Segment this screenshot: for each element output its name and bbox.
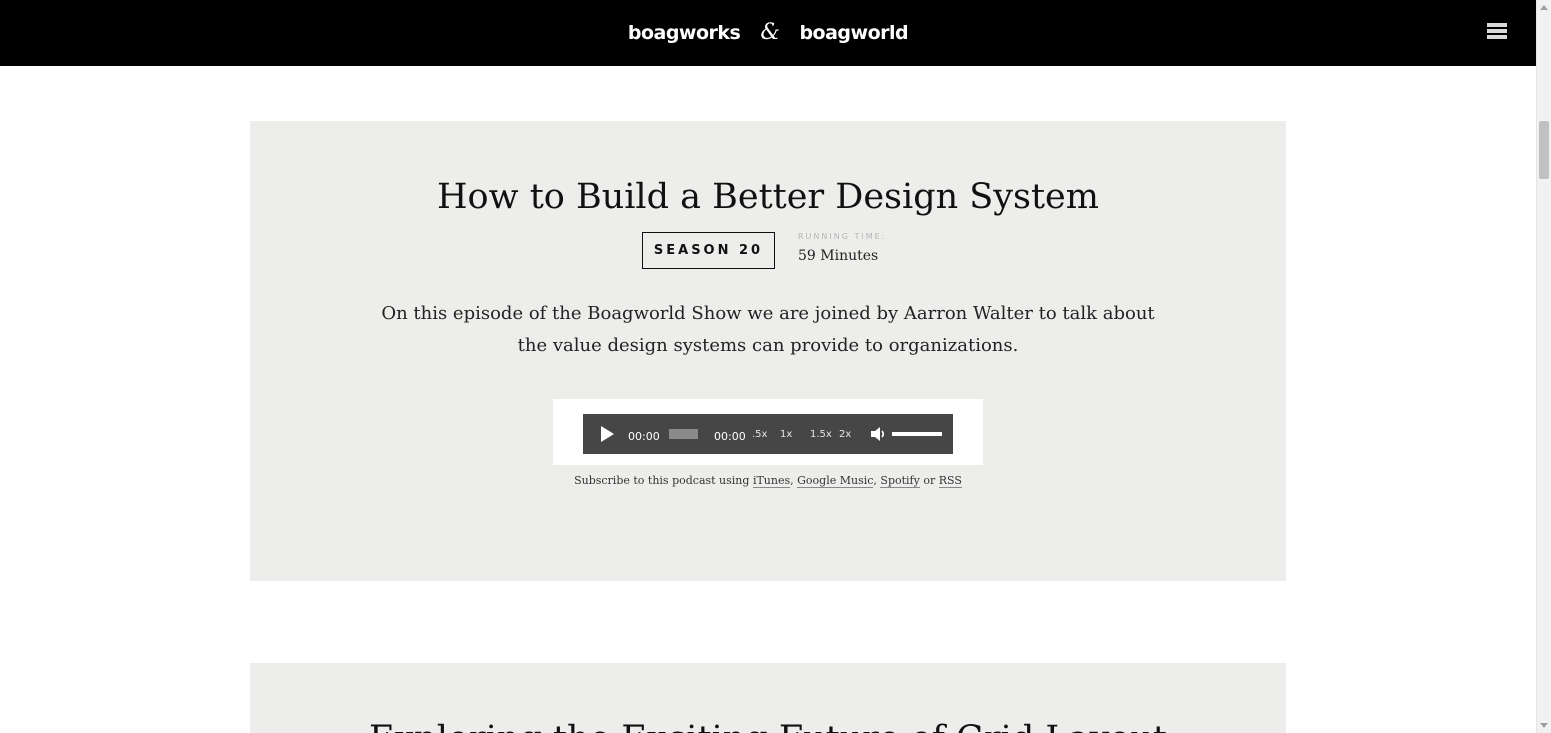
separator: , bbox=[790, 474, 794, 487]
speed-1x-button[interactable]: 1x bbox=[780, 414, 792, 454]
episode-meta: SEASON 20 RUNNING TIME: 59 Minutes bbox=[642, 232, 886, 269]
progress-bar[interactable] bbox=[669, 414, 698, 454]
logo-ampersand: & bbox=[760, 20, 780, 45]
page-scrollbar[interactable] bbox=[1536, 0, 1551, 733]
logo-boagworld: boagworld bbox=[799, 22, 909, 44]
separator: , bbox=[873, 474, 877, 487]
episode-title[interactable]: Exploring the Exciting Future of Grid La… bbox=[250, 719, 1286, 733]
hamburger-menu-icon[interactable] bbox=[1487, 23, 1507, 41]
season-badge[interactable]: SEASON 20 bbox=[642, 232, 775, 269]
or-word: or bbox=[923, 474, 936, 487]
speed-1-5x-button[interactable]: 1.5x bbox=[810, 414, 832, 454]
episode-title[interactable]: How to Build a Better Design System bbox=[250, 177, 1286, 217]
episode-description: On this episode of the Boagworld Show we… bbox=[381, 303, 1155, 356]
episode-card: How to Build a Better Design System SEAS… bbox=[250, 121, 1286, 581]
running-time: RUNNING TIME: 59 Minutes bbox=[798, 232, 886, 264]
rss-link[interactable]: RSS bbox=[938, 474, 962, 488]
top-bar: boagworks & boagworld bbox=[0, 0, 1536, 66]
play-icon[interactable] bbox=[601, 414, 614, 454]
spotify-link[interactable]: Spotify bbox=[880, 474, 920, 488]
scroll-up-icon[interactable] bbox=[1540, 5, 1548, 10]
logo-boagworks: boagworks bbox=[627, 22, 741, 44]
scroll-down-icon[interactable] bbox=[1540, 723, 1548, 728]
audio-player-container: 00:00 00:00 .5x 1x 1.5x 2x bbox=[553, 399, 983, 465]
speed-0-5x-button[interactable]: .5x bbox=[752, 414, 767, 454]
current-time: 00:00 bbox=[628, 429, 660, 443]
subscribe-line: Subscribe to this podcast using iTunes, … bbox=[250, 474, 1286, 488]
running-time-label: RUNNING TIME: bbox=[798, 232, 887, 241]
google-music-link[interactable]: Google Music bbox=[797, 474, 874, 488]
itunes-link[interactable]: iTunes bbox=[752, 474, 791, 488]
site-logo[interactable]: boagworks & boagworld bbox=[0, 20, 1536, 45]
audio-player: 00:00 00:00 .5x 1x 1.5x 2x bbox=[583, 414, 953, 454]
volume-slider[interactable] bbox=[892, 414, 942, 454]
speed-2x-button[interactable]: 2x bbox=[839, 414, 851, 454]
scroll-thumb[interactable] bbox=[1539, 121, 1549, 179]
total-time: 00:00 bbox=[714, 429, 746, 443]
volume-icon[interactable] bbox=[869, 414, 887, 454]
subscribe-prefix: Subscribe to this podcast using bbox=[574, 474, 750, 487]
episode-card: Exploring the Exciting Future of Grid La… bbox=[250, 663, 1286, 733]
running-time-value: 59 Minutes bbox=[798, 248, 879, 264]
